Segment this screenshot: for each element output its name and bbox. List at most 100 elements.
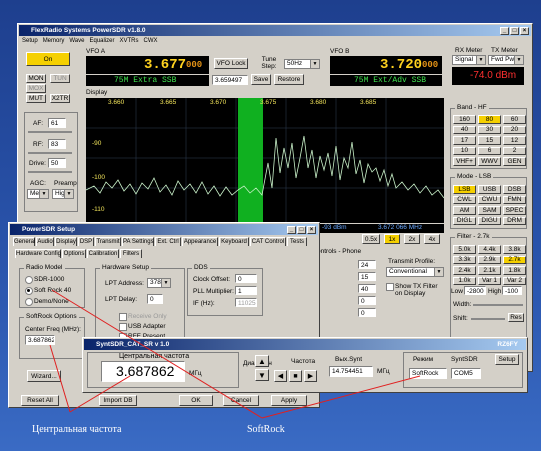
band-2[interactable]: 2 (503, 146, 526, 155)
clock-offset-input[interactable]: 0 (235, 274, 257, 283)
mode-usb[interactable]: USB (478, 185, 501, 194)
menu-cwx[interactable]: CWX (144, 38, 158, 44)
tab-general[interactable]: General (13, 237, 35, 246)
mode-dsb[interactable]: DSB (503, 185, 526, 194)
band-160[interactable]: 160 (453, 115, 476, 124)
x2tr-button[interactable]: X2TR (50, 94, 70, 103)
phone-value-3[interactable]: 0 (358, 296, 376, 305)
band-10[interactable]: 10 (453, 146, 476, 155)
receive-only-checkbox[interactable]: Receive Only (119, 313, 167, 321)
band-wwv[interactable]: WWV (478, 157, 501, 166)
setup-maximize-icon[interactable]: □ (297, 226, 306, 234)
filter-reset-button[interactable]: Res (508, 313, 524, 322)
synt-mode-value[interactable]: SoftRock (409, 368, 447, 379)
tab-transmit[interactable]: Transmit (95, 237, 121, 246)
show-tx-filter-checkbox[interactable]: Show TX Filter on Display (386, 283, 446, 297)
filter-1-0k[interactable]: 1.0k (453, 276, 476, 285)
setup-close-icon[interactable]: × (307, 226, 316, 234)
lpt-address-select[interactable]: 378 (147, 278, 171, 288)
filter-high-value[interactable]: -100 (502, 286, 522, 295)
freq-stop-button[interactable]: ■ (289, 370, 302, 382)
synt-port-value[interactable]: COM5 (451, 368, 481, 379)
setup-minimize-icon[interactable]: _ (287, 226, 296, 234)
subtab-calibration[interactable]: Calibration (87, 249, 119, 258)
freq-up-button[interactable]: ▶ (304, 370, 317, 382)
radio-demo-none[interactable]: Demo/None (25, 298, 69, 306)
panadapter-display[interactable]: 3.660 3.665 3.670 3.675 3.680 3.685 -90 … (86, 98, 444, 223)
menu-setup[interactable]: Setup (22, 38, 38, 44)
tab-audio[interactable]: Audio (36, 237, 54, 246)
tab-ext-ctrl[interactable]: Ext. Ctrl (155, 237, 181, 246)
import-db-button[interactable]: Import DB (99, 395, 137, 406)
filter-4-4k[interactable]: 4.4k (478, 245, 501, 254)
filter-1-8k[interactable]: 1.8k (503, 266, 526, 275)
transmit-profile-select[interactable]: Conventional (386, 267, 444, 277)
band-30[interactable]: 30 (478, 125, 501, 134)
freq-down-button[interactable]: ◀ (274, 370, 287, 382)
af-value[interactable]: 61 (48, 118, 66, 128)
mode-spec[interactable]: SPEC (503, 206, 526, 215)
phone-value-2[interactable]: 40 (358, 284, 376, 293)
zoom-2x-button[interactable]: 2x (404, 234, 420, 244)
tab-tests[interactable]: Tests (287, 237, 307, 246)
wizard-button[interactable]: Wizard... (27, 370, 61, 382)
mode-digu[interactable]: DIGU (478, 216, 501, 225)
phone-value-0[interactable]: 24 (358, 260, 376, 269)
maximize-icon[interactable]: □ (510, 27, 519, 35)
synt-out-freq[interactable]: 14.754451 (329, 366, 373, 377)
filter-2-1k[interactable]: 2.1k (478, 266, 501, 275)
cancel-button[interactable]: Cancel (223, 395, 259, 406)
zoom-4x-button[interactable]: 4x (424, 234, 440, 244)
vfo-lock-button[interactable]: VFO Lock (214, 58, 248, 69)
lpt-delay-input[interactable]: 0 (147, 294, 163, 304)
band-12[interactable]: 12 (503, 136, 526, 145)
mode-cwu[interactable]: CWU (478, 195, 501, 204)
range-down-button[interactable]: ▼ (255, 369, 269, 381)
frequency-entry[interactable]: 3.659497 (212, 75, 248, 85)
ok-button[interactable]: OK (179, 395, 213, 406)
filter-var1[interactable]: Var 1 (478, 276, 501, 285)
preamp-select[interactable]: High (52, 189, 74, 199)
mode-am[interactable]: AM (453, 206, 476, 215)
af-slider[interactable] (28, 131, 72, 133)
filter-3-3k[interactable]: 3.3k (453, 255, 476, 264)
subtab-filters[interactable]: Filters (120, 249, 142, 258)
tx-meter-select[interactable]: Fwd Pwr (488, 55, 524, 65)
agc-select[interactable]: Med (27, 189, 49, 199)
zoom-1x-button[interactable]: 1x (384, 234, 400, 244)
synt-setup-button[interactable]: Setup (495, 354, 519, 365)
apply-button[interactable]: Apply (271, 395, 307, 406)
mox-button[interactable]: MOX (26, 84, 46, 93)
mode-lsb[interactable]: LSB (453, 185, 476, 194)
mode-sam[interactable]: SAM (478, 206, 501, 215)
band-80[interactable]: 80 (478, 115, 501, 124)
radio-softrock40[interactable]: Soft Rock 40 (25, 287, 71, 295)
tab-appearance[interactable]: Appearance (182, 237, 218, 246)
reset-all-button[interactable]: Reset All (21, 395, 59, 406)
pll-multiplier-input[interactable]: 1 (235, 286, 257, 295)
tab-dsp[interactable]: DSP (78, 237, 94, 246)
rf-value[interactable]: 83 (48, 139, 66, 149)
filter-2-9k[interactable]: 2.9k (478, 255, 501, 264)
mode-fmn[interactable]: FMN (503, 195, 526, 204)
band-40[interactable]: 40 (453, 125, 476, 134)
menu-wave[interactable]: Wave (69, 38, 84, 44)
subtab-options[interactable]: Options (62, 249, 86, 258)
minimize-icon[interactable]: _ (500, 27, 509, 35)
filter-2-7k[interactable]: 2.7k (503, 255, 526, 264)
drive-slider[interactable] (28, 171, 72, 173)
filter-low-value[interactable]: -2800 (464, 286, 486, 295)
radio-sdr1000[interactable]: SDR-1000 (25, 276, 64, 284)
phone-value-4[interactable]: 0 (358, 308, 376, 317)
tune-step-select[interactable]: 50Hz (284, 59, 320, 69)
tab-pa-settings[interactable]: PA Settings (122, 237, 154, 246)
menu-xvtrs[interactable]: XVTRs (120, 38, 139, 44)
zoom-0-5x-button[interactable]: 0.5x (362, 234, 380, 244)
mode-digl[interactable]: DIGL (453, 216, 476, 225)
mut-button[interactable]: MUT (26, 94, 46, 103)
restore-button[interactable]: Restore (274, 74, 304, 85)
filter-3-8k[interactable]: 3.8k (503, 245, 526, 254)
synt-center-freq[interactable]: 3.687862 (101, 361, 185, 382)
menu-equalizer[interactable]: Equalizer (89, 38, 114, 44)
menu-memory[interactable]: Memory (43, 38, 65, 44)
